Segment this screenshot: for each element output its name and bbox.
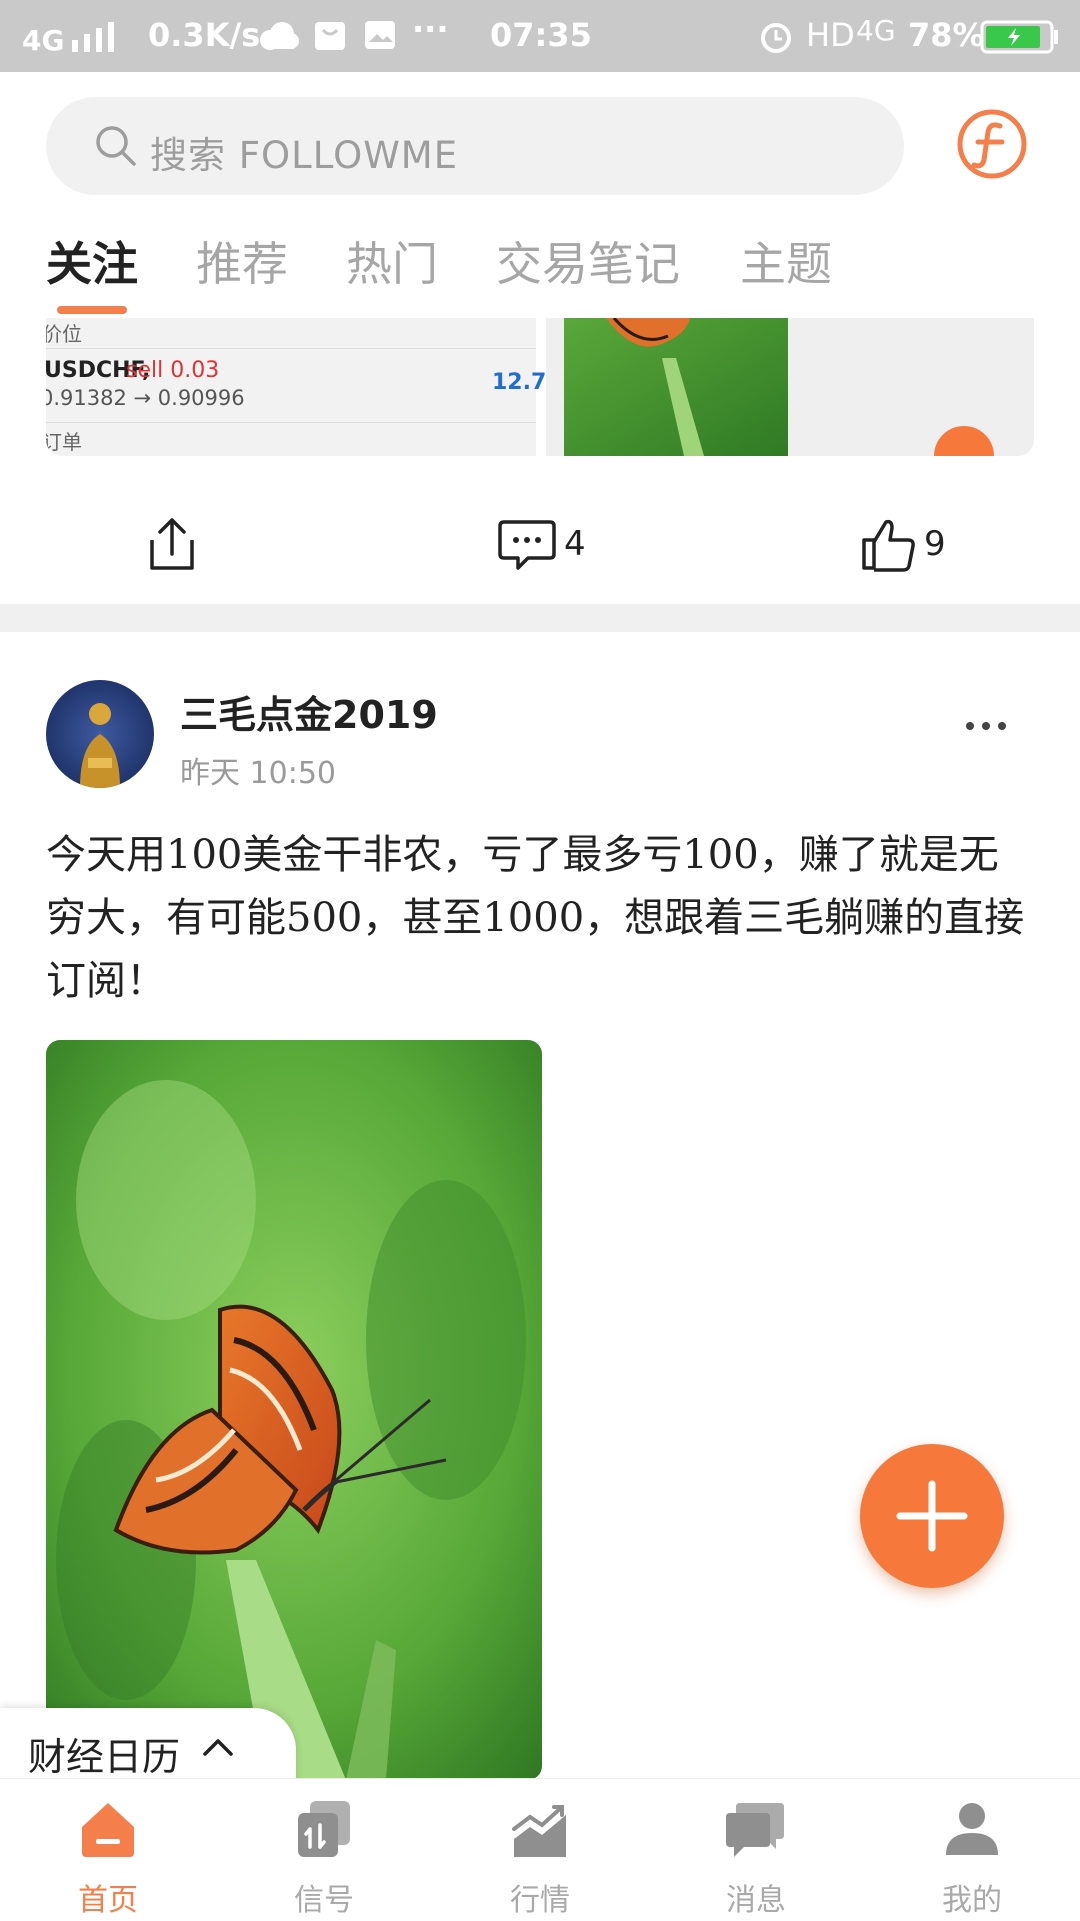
- post-text: 今天用100美金干非农，亏了最多亏100，赚了就是无穷大，有可能500，甚至10…: [46, 832, 1025, 1004]
- tab-topics[interactable]: 主题: [740, 228, 832, 294]
- trade-action: sell 0.03: [126, 358, 220, 383]
- tab-hot[interactable]: 热门: [346, 228, 438, 294]
- nav-messages-label: 消息: [726, 1883, 786, 1918]
- post-divider: [0, 604, 1080, 632]
- post-time: 昨天 10:50: [180, 756, 336, 791]
- author-name[interactable]: 三毛点金2019: [180, 684, 438, 739]
- comment-count: 4: [564, 524, 586, 564]
- nav-profile[interactable]: 我的: [864, 1779, 1080, 1921]
- signal-icon: [298, 1801, 350, 1857]
- nav-signal-label: 信号: [294, 1883, 354, 1918]
- nav-market-label: 行情: [510, 1883, 570, 1918]
- market-chart-icon: [512, 1805, 566, 1857]
- trade-card-header: 价位: [46, 322, 82, 346]
- butterfly-photo-image: [46, 1040, 542, 1780]
- followme-logo-icon[interactable]: [956, 108, 1028, 180]
- tab-following[interactable]: 关注: [46, 228, 138, 294]
- search-icon: [96, 126, 136, 166]
- like-count: 9: [924, 524, 946, 564]
- clock: 07:35: [490, 16, 592, 54]
- nav-home[interactable]: 首页: [0, 1779, 216, 1921]
- network-type-right: 4G: [856, 14, 896, 47]
- search-input[interactable]: 搜索 FOLLOWME: [46, 97, 904, 195]
- create-post-button[interactable]: [860, 1444, 1004, 1588]
- network-speed: 0.3K/s: [148, 16, 261, 54]
- nav-messages[interactable]: 消息: [648, 1779, 864, 1921]
- more-notifications-icon: ···: [412, 10, 449, 48]
- share-icon[interactable]: [146, 514, 198, 574]
- comment-icon[interactable]: [498, 518, 556, 570]
- nav-market[interactable]: 行情: [432, 1779, 648, 1921]
- battery-percent: 78%: [908, 16, 985, 54]
- like-icon[interactable]: [860, 516, 916, 572]
- signal-strength-icon: [72, 22, 114, 52]
- search-placeholder: 搜索 FOLLOWME: [150, 134, 459, 177]
- avatar[interactable]: [46, 680, 154, 788]
- bag-notification-icon: [315, 22, 345, 50]
- tab-indicator: [57, 306, 127, 314]
- tab-recommended[interactable]: 推荐: [196, 228, 288, 294]
- previous-post-images: 价位 USDCHF, sell 0.03 0.91382 → 0.90996 1…: [46, 318, 1034, 456]
- cloud-icon: [260, 22, 299, 50]
- divider: [46, 348, 536, 349]
- home-icon: [82, 1803, 134, 1857]
- nav-profile-label: 我的: [942, 1883, 1002, 1918]
- nav-home-label: 首页: [78, 1883, 138, 1918]
- trade-card-footer: 订单: [46, 430, 82, 454]
- financial-calendar-label: 财经日历: [28, 1735, 181, 1779]
- chevron-up-icon: [203, 1739, 233, 1756]
- trade-card-image[interactable]: 价位 USDCHF, sell 0.03 0.91382 → 0.90996 1…: [46, 318, 546, 456]
- hd-indicator: HD: [806, 16, 855, 54]
- message-icon: [726, 1803, 784, 1857]
- butterfly-thumbnail-image[interactable]: [564, 318, 788, 456]
- status-bar: 4G 0.3K/s ··· 07:35 HD 4G 78%: [0, 0, 1080, 72]
- bottom-navigation: 首页 信号 行情 消息 我的: [0, 1778, 1080, 1921]
- gallery-notification-icon: [365, 21, 395, 49]
- nav-signal[interactable]: 信号: [216, 1779, 432, 1921]
- trade-profit: 12.7: [492, 370, 547, 395]
- profile-icon: [946, 1803, 998, 1855]
- tab-trading-notes[interactable]: 交易笔记: [496, 228, 680, 294]
- battery-icon: [980, 20, 1058, 54]
- buddha-avatar-image: [46, 680, 154, 788]
- more-options-icon[interactable]: [964, 718, 1008, 734]
- trade-prices: 0.91382 → 0.90996: [46, 386, 245, 410]
- alarm-icon: [761, 23, 791, 53]
- post-image[interactable]: [46, 1040, 542, 1780]
- plus-icon: [896, 1480, 968, 1552]
- network-type: 4G: [22, 24, 65, 57]
- divider: [46, 422, 536, 423]
